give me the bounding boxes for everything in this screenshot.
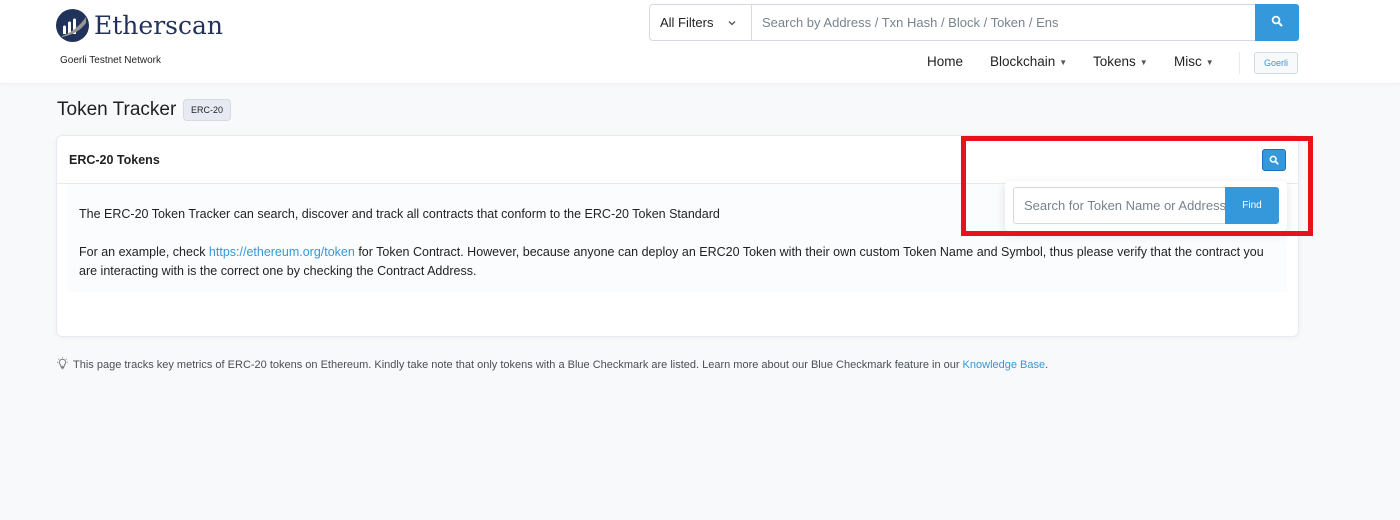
global-search-input[interactable] bbox=[752, 5, 1255, 40]
page-title: Token Tracker bbox=[57, 99, 177, 120]
find-button[interactable]: Find bbox=[1225, 187, 1279, 224]
footer-note-text: This page tracks key metrics of ERC-20 t… bbox=[73, 359, 960, 371]
lightbulb-icon bbox=[56, 357, 69, 373]
token-search-toggle-button[interactable] bbox=[1262, 149, 1286, 171]
token-search-input[interactable] bbox=[1013, 187, 1225, 224]
card-title: ERC-20 Tokens bbox=[69, 153, 160, 167]
footer-note: This page tracks key metrics of ERC-20 t… bbox=[56, 357, 1048, 373]
nav-home[interactable]: Home bbox=[927, 54, 963, 69]
footer-note-suffix: . bbox=[1045, 359, 1049, 371]
search-icon bbox=[1271, 15, 1283, 30]
chevron-down-icon: ▼ bbox=[1059, 58, 1068, 67]
search-filter-label: All Filters bbox=[660, 15, 714, 30]
nav-divider bbox=[1239, 52, 1240, 74]
chevron-down-icon: ▼ bbox=[1139, 58, 1148, 67]
nav-blockchain-label: Blockchain bbox=[990, 54, 1056, 69]
knowledge-base-link[interactable]: Knowledge Base bbox=[963, 359, 1046, 371]
nav-misc[interactable]: Misc ▼ bbox=[1174, 54, 1214, 69]
card-header: ERC-20 Tokens bbox=[57, 136, 1298, 184]
global-search: All Filters bbox=[649, 4, 1299, 41]
example-text: For an example, check https://ethereum.o… bbox=[79, 243, 1274, 281]
etherscan-logo-icon bbox=[56, 8, 89, 42]
brand-name: Etherscan bbox=[94, 10, 223, 40]
token-search-dropdown: Find bbox=[1005, 181, 1287, 231]
ethereum-token-link[interactable]: https://ethereum.org/token bbox=[209, 245, 355, 259]
chevron-down-icon: ▼ bbox=[1205, 58, 1214, 67]
token-standard-badge: ERC-20 bbox=[183, 99, 231, 121]
network-label: Goerli Testnet Network bbox=[60, 55, 161, 66]
search-filter-select[interactable]: All Filters bbox=[650, 5, 752, 40]
site-header: Etherscan Goerli Testnet Network All Fil… bbox=[0, 0, 1400, 84]
nav-tokens[interactable]: Tokens ▼ bbox=[1093, 54, 1148, 69]
nav-tokens-label: Tokens bbox=[1093, 54, 1136, 69]
nav-misc-label: Misc bbox=[1174, 54, 1202, 69]
network-switch-button[interactable]: Goerli bbox=[1254, 52, 1298, 74]
erc20-tokens-card: ERC-20 Tokens The ERC-20 Token Tracker c… bbox=[56, 135, 1299, 337]
chevron-down-icon bbox=[727, 16, 737, 31]
example-prefix: For an example, check bbox=[79, 245, 209, 259]
nav-home-label: Home bbox=[927, 54, 964, 69]
global-search-button[interactable] bbox=[1255, 4, 1299, 41]
nav-blockchain[interactable]: Blockchain ▼ bbox=[990, 54, 1067, 69]
search-icon bbox=[1269, 153, 1279, 168]
etherscan-logo[interactable]: Etherscan bbox=[56, 8, 223, 42]
